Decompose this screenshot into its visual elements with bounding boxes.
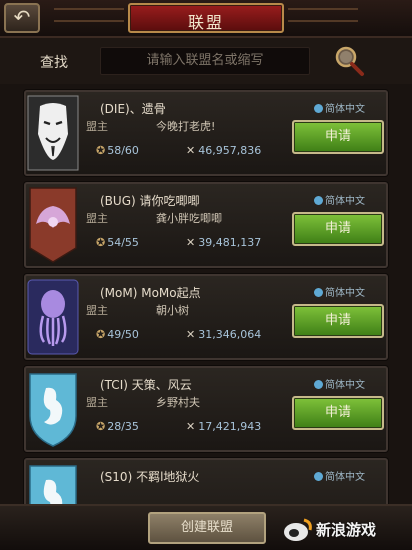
leader-name: 乡野村夫 (156, 396, 200, 409)
member-count: ✪ 54/55 (96, 236, 139, 249)
language-icon (314, 196, 323, 205)
language-label: 简体中文 (325, 288, 365, 299)
search-label: 查找 (40, 55, 68, 71)
alliance-name: (BUG) 请你吃唧唧 (100, 194, 200, 208)
member-count-value: 28/35 (107, 420, 139, 433)
title-ornament-right (288, 8, 358, 22)
language-label: 简体中文 (325, 196, 365, 207)
language-tag: 简体中文 (314, 284, 365, 299)
winged-shield-banner-icon (26, 186, 80, 264)
alliance-card[interactable]: (TCI) 天策、风云 简体中文 盟主 乡野村夫 ✪ 28/35 ✕ 17,421,… (24, 366, 388, 452)
search-button[interactable] (332, 44, 366, 78)
power-value: ✕ 31,346,064 (186, 328, 261, 341)
top-bar: ↶ 联盟 (0, 0, 412, 38)
sina-logo-icon (284, 518, 312, 541)
leader-name: 今晚打老虎! (156, 120, 216, 133)
power-number: 46,957,836 (198, 144, 262, 157)
power-number: 17,421,943 (198, 420, 262, 433)
mask-emblem-icon (26, 94, 80, 172)
language-label: 简体中文 (325, 104, 365, 115)
language-label: 简体中文 (325, 472, 365, 483)
apply-button[interactable]: 申请 (292, 212, 384, 246)
power-number: 31,346,064 (198, 328, 262, 341)
search-row: 查找 请输入联盟名或缩写 (0, 38, 412, 84)
title-plate: 联盟 (128, 3, 284, 33)
member-count: ✪ 49/50 (96, 328, 139, 341)
alliance-list[interactable]: (DIE)、遗骨 简体中文 盟主 今晚打老虎! ✪ 58/60 ✕ 46,957,8… (0, 84, 412, 504)
leader-name: 朝小树 (156, 304, 189, 317)
sina-watermark: 新浪游戏 (282, 516, 408, 544)
leader-label: 盟主 (86, 120, 108, 133)
magnifier-icon (335, 46, 364, 76)
swords-icon: ✕ (186, 144, 196, 157)
alliance-card[interactable]: (DIE)、遗骨 简体中文 盟主 今晚打老虎! ✪ 58/60 ✕ 46,957,8… (24, 90, 388, 176)
power-number: 39,481,137 (198, 236, 262, 249)
alliance-name: (S10) 不羁l地狱火 (100, 470, 200, 484)
power-value: ✕ 17,421,943 (186, 420, 261, 433)
language-icon (314, 104, 323, 113)
apply-button[interactable]: 申请 (292, 304, 384, 338)
members-icon: ✪ (96, 236, 106, 249)
language-tag: 简体中文 (314, 192, 365, 207)
alliance-name: (DIE)、遗骨 (100, 102, 166, 116)
language-tag: 简体中文 (314, 100, 365, 115)
apply-button[interactable]: 申请 (292, 396, 384, 430)
squid-emblem-icon (26, 278, 80, 356)
member-count-value: 49/50 (107, 328, 139, 341)
member-count: ✪ 28/35 (96, 420, 139, 433)
swords-icon: ✕ (186, 420, 196, 433)
page-title: 联盟 (187, 13, 224, 32)
apply-button[interactable]: 申请 (292, 120, 384, 154)
swords-icon: ✕ (186, 328, 196, 341)
language-icon (314, 380, 323, 389)
language-icon (314, 288, 323, 297)
power-value: ✕ 39,481,137 (186, 236, 261, 249)
alliance-card[interactable]: (BUG) 请你吃唧唧 简体中文 盟主 龚小胖吃唧唧 ✪ 54/55 ✕ 39,48… (24, 182, 388, 268)
language-tag: 简体中文 (314, 468, 365, 483)
swords-icon: ✕ (186, 236, 196, 249)
members-icon: ✪ (96, 328, 106, 341)
back-button[interactable]: ↶ (4, 3, 40, 33)
members-icon: ✪ (96, 420, 106, 433)
language-label: 简体中文 (325, 380, 365, 391)
alliance-name: (MoM) MoMo起点 (100, 286, 201, 300)
member-count-value: 58/60 (107, 144, 139, 157)
create-alliance-button[interactable]: 创建联盟 (148, 512, 266, 544)
title-ornament-left (54, 8, 124, 22)
language-icon (314, 472, 323, 481)
search-input[interactable]: 请输入联盟名或缩写 (100, 47, 310, 75)
leader-label: 盟主 (86, 396, 108, 409)
power-value: ✕ 46,957,836 (186, 144, 261, 157)
alliance-card[interactable]: (S10) 不羁l地狱火 简体中文 (24, 458, 388, 504)
leader-name: 龚小胖吃唧唧 (156, 212, 222, 225)
member-count-value: 54/55 (107, 236, 139, 249)
dragon-shield-icon (26, 462, 80, 504)
dragon-shield-icon (26, 370, 80, 448)
members-icon: ✪ (96, 144, 106, 157)
leader-label: 盟主 (86, 304, 108, 317)
language-tag: 简体中文 (314, 376, 365, 391)
alliance-card[interactable]: (MoM) MoMo起点 简体中文 盟主 朝小树 ✪ 49/50 ✕ 31,346,… (24, 274, 388, 360)
watermark-text: 新浪游戏 (316, 521, 377, 539)
leader-label: 盟主 (86, 212, 108, 225)
member-count: ✪ 58/60 (96, 144, 139, 157)
back-arrow-icon: ↶ (13, 5, 31, 29)
alliance-name: (TCI) 天策、风云 (100, 378, 192, 392)
bottom-bar: 创建联盟 新浪游戏 (0, 504, 412, 550)
